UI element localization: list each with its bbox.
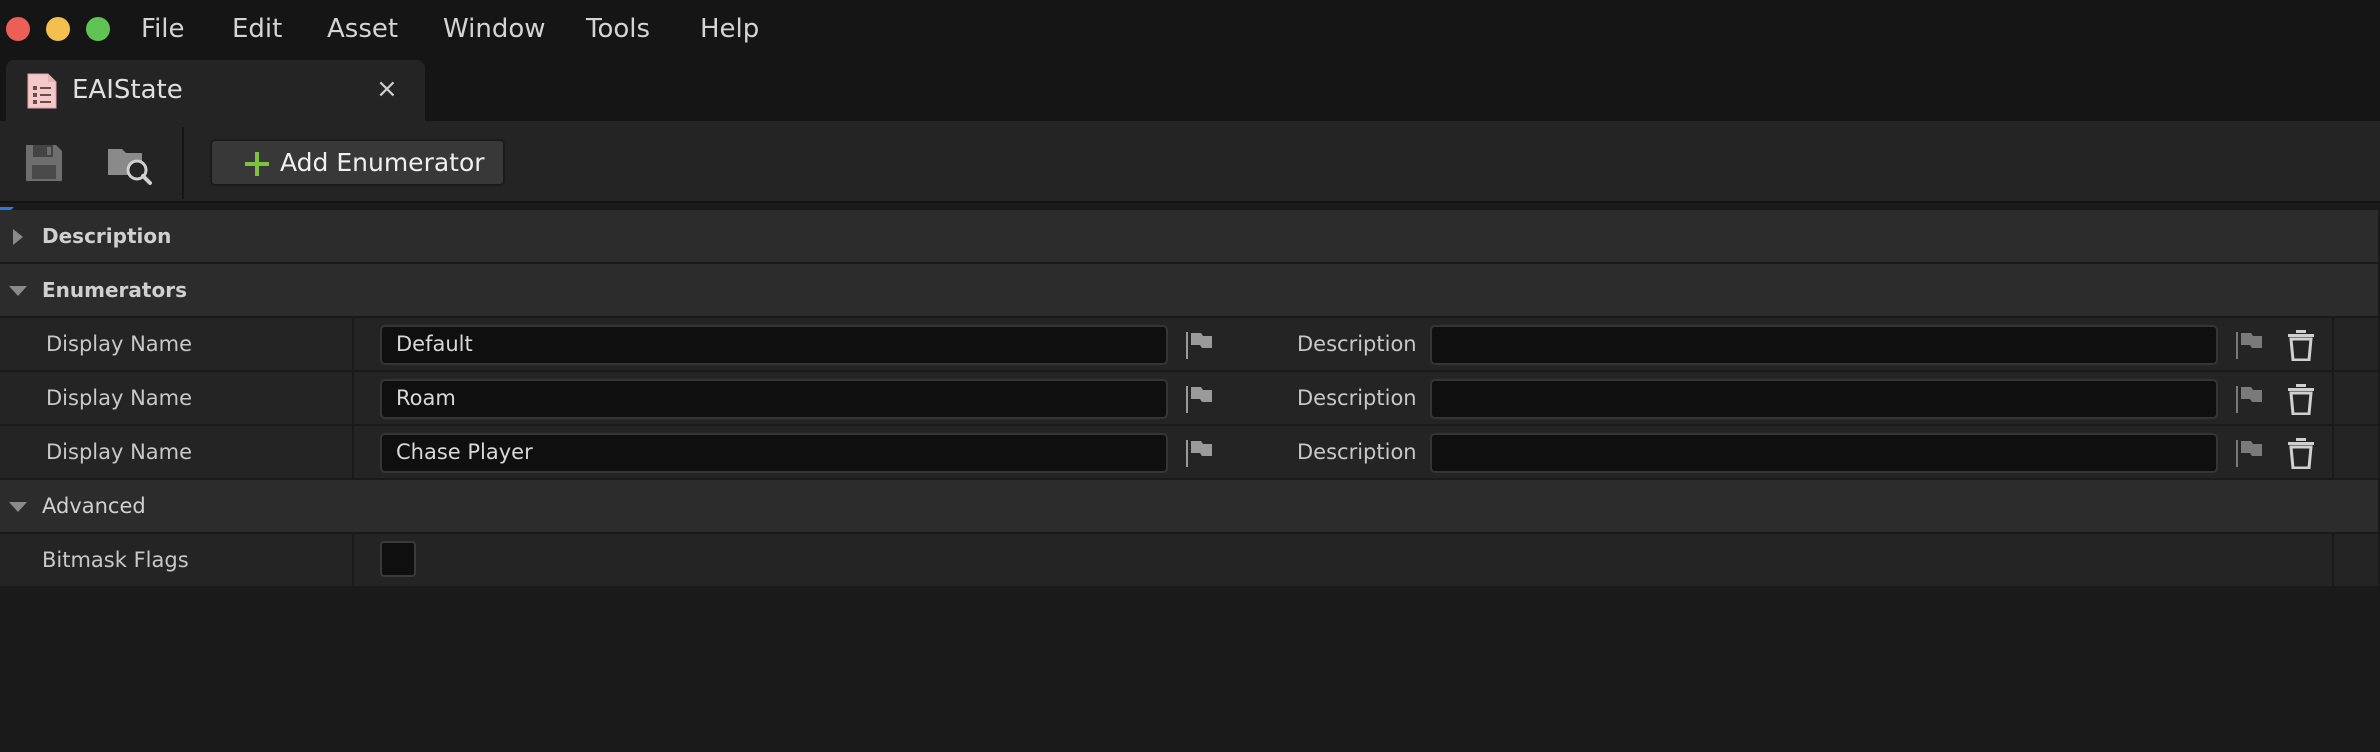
add-enumerator-label: Add Enumerator	[280, 148, 485, 177]
menu-edit[interactable]: Edit	[232, 13, 282, 45]
display-name-input[interactable]: Roam	[380, 379, 1168, 419]
enumerator-row: Display Name Roam Description	[0, 372, 2378, 426]
bitmask-flags-label: Bitmask Flags	[42, 548, 189, 572]
category-title: Enumerators	[42, 278, 187, 302]
row-end-divider	[2332, 534, 2334, 586]
caret-down-icon	[9, 286, 27, 296]
description-input[interactable]	[1430, 325, 2218, 365]
description-label: Description	[1297, 386, 1417, 410]
property-name-column: Display Name	[0, 426, 354, 478]
menu-asset[interactable]: Asset	[327, 13, 398, 45]
display-name-input[interactable]: Chase Player	[380, 433, 1168, 473]
menu-help[interactable]: Help	[700, 13, 759, 45]
property-name-column: Display Name	[0, 318, 354, 370]
display-name-label: Display Name	[46, 332, 193, 356]
display-name-input[interactable]: Default	[380, 325, 1168, 365]
tab-close-button[interactable]: ×	[376, 72, 398, 106]
tab-eaistate[interactable]: EAIState ×	[6, 60, 425, 121]
category-enumerators[interactable]: Enumerators	[0, 264, 2378, 318]
row-end-divider	[2332, 318, 2334, 370]
localization-flag-icon[interactable]	[2234, 384, 2264, 414]
menu-tools[interactable]: Tools	[586, 13, 650, 45]
description-label: Description	[1297, 332, 1417, 356]
property-name-column: Bitmask Flags	[0, 534, 354, 586]
localization-flag-icon[interactable]	[1184, 330, 1214, 360]
category-title: Description	[42, 224, 172, 248]
enum-asset-icon	[27, 73, 57, 109]
close-window-button[interactable]	[6, 17, 30, 41]
delete-enumerator-icon[interactable]	[2286, 437, 2316, 469]
enumerator-row: Display Name Chase Player Description	[0, 426, 2378, 480]
plus-icon	[245, 152, 269, 176]
description-input[interactable]	[1430, 379, 2218, 419]
caret-down-icon	[9, 502, 27, 512]
localization-flag-icon[interactable]	[1184, 384, 1214, 414]
bitmask-flags-checkbox[interactable]	[380, 541, 416, 577]
display-name-label: Display Name	[46, 386, 193, 410]
localization-flag-icon[interactable]	[2234, 330, 2264, 360]
row-end-divider	[2332, 426, 2334, 478]
browse-to-asset-icon[interactable]	[104, 139, 152, 187]
details-panel: Description Enumerators Display Name Def…	[0, 207, 2380, 752]
add-enumerator-button[interactable]: Add Enumerator	[210, 139, 505, 186]
category-description[interactable]: Description	[0, 210, 2378, 264]
property-name-column: Display Name	[0, 372, 354, 424]
tab-strip: EAIState ×	[0, 58, 2380, 121]
caret-right-icon	[13, 229, 23, 245]
localization-flag-icon[interactable]	[1184, 438, 1214, 468]
bitmask-flags-row: Bitmask Flags	[0, 534, 2378, 588]
category-advanced[interactable]: Advanced	[0, 480, 2378, 534]
display-name-label: Display Name	[46, 440, 193, 464]
toolbar-separator	[182, 127, 184, 199]
row-end-divider	[2332, 372, 2334, 424]
category-title: Advanced	[42, 494, 146, 518]
save-icon[interactable]	[20, 139, 68, 187]
toolbar: Add Enumerator	[0, 121, 2380, 203]
description-input[interactable]	[1430, 433, 2218, 473]
delete-enumerator-icon[interactable]	[2286, 383, 2316, 415]
menu-window[interactable]: Window	[443, 13, 546, 45]
menu-bar: File Edit Asset Window Tools Help	[0, 0, 2380, 58]
description-label: Description	[1297, 440, 1417, 464]
maximize-window-button[interactable]	[86, 17, 110, 41]
delete-enumerator-icon[interactable]	[2286, 329, 2316, 361]
minimize-window-button[interactable]	[46, 17, 70, 41]
menu-file[interactable]: File	[141, 13, 185, 45]
enumerator-row: Display Name Default Description	[0, 318, 2378, 372]
localization-flag-icon[interactable]	[2234, 438, 2264, 468]
tab-title: EAIState	[72, 75, 183, 105]
